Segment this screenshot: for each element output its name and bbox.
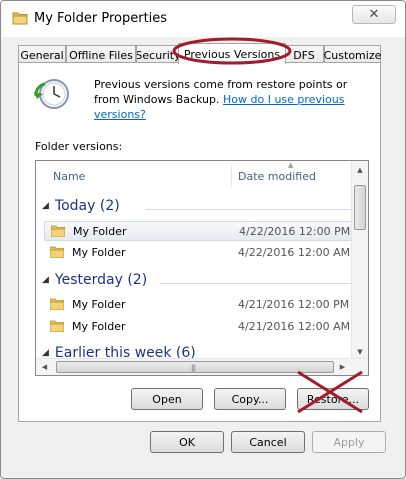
list-item[interactable]: My Folder 4/22/2016 12:00 PM	[44, 221, 352, 241]
title-bar: My Folder Properties ✕	[1, 1, 405, 37]
folder-icon	[12, 12, 28, 25]
folder-icon	[50, 320, 64, 332]
scroll-left-icon[interactable]: ◀	[36, 359, 53, 375]
horizontal-scroll-thumb[interactable]: |||	[56, 361, 334, 373]
group-divider	[146, 209, 354, 210]
column-date-modified[interactable]: Date modified	[238, 170, 316, 183]
item-date: 4/21/2016 12:00 AM	[238, 320, 351, 333]
restore-clock-icon	[34, 79, 69, 109]
item-date: 4/22/2016 12:00 PM	[239, 225, 351, 238]
grip-icon: |||	[191, 364, 196, 372]
folder-versions-label: Folder versions:	[35, 140, 123, 153]
folder-icon	[50, 298, 64, 310]
group-label: Yesterday (2)	[54, 272, 148, 288]
collapse-triangle-icon: ◢	[42, 348, 49, 358]
scroll-up-icon[interactable]: ▲	[352, 161, 368, 178]
apply-button: Apply	[312, 431, 386, 453]
copy-button[interactable]: Copy...	[214, 388, 286, 410]
info-text: Previous versions come from restore poin…	[94, 77, 369, 122]
list-item[interactable]: My Folder 4/21/2016 12:00 AM	[44, 317, 352, 337]
column-separator	[231, 165, 232, 187]
close-icon: ✕	[368, 7, 380, 22]
close-button[interactable]: ✕	[352, 5, 396, 24]
restore-button[interactable]: Restore...	[297, 388, 369, 410]
ok-button[interactable]: OK	[150, 431, 224, 453]
scroll-right-icon[interactable]: ▶	[334, 359, 351, 375]
sort-caret-icon: ▲	[288, 161, 294, 169]
previous-versions-panel: Previous versions come from restore poin…	[18, 62, 381, 422]
versions-list[interactable]: ▲ Name Date modified ◢ Today (2) My Folde…	[35, 160, 369, 376]
item-name: My Folder	[72, 298, 126, 311]
group-divider	[160, 283, 354, 284]
item-name: My Folder	[73, 225, 127, 238]
list-item[interactable]: My Folder 4/21/2016 12:00 PM	[44, 295, 352, 315]
group-yesterday[interactable]: ◢ Yesterday (2)	[42, 272, 147, 288]
group-today[interactable]: ◢ Today (2)	[42, 198, 120, 214]
tab-strip: General Offline Files Security Previous …	[18, 43, 381, 64]
window-title: My Folder Properties	[34, 11, 168, 26]
folder-icon	[51, 225, 65, 237]
group-label: Today (2)	[54, 198, 120, 214]
list-header: ▲ Name Date modified	[36, 161, 368, 191]
collapse-triangle-icon: ◢	[42, 275, 49, 285]
list-item[interactable]: My Folder 4/22/2016 12:00 AM	[44, 243, 352, 263]
horizontal-scrollbar[interactable]: ◀ ||| ▶	[36, 358, 368, 375]
column-name[interactable]: Name	[53, 170, 85, 183]
tab-previous-versions[interactable]: Previous Versions	[178, 43, 286, 64]
open-button[interactable]: Open	[131, 388, 203, 410]
item-date: 4/22/2016 12:00 AM	[238, 246, 351, 259]
item-name: My Folder	[72, 320, 126, 333]
collapse-triangle-icon: ◢	[42, 201, 49, 211]
cancel-button[interactable]: Cancel	[231, 431, 305, 453]
vertical-scroll-thumb[interactable]	[354, 185, 366, 230]
properties-window: My Folder Properties ✕ General Offline F…	[0, 0, 406, 479]
item-name: My Folder	[72, 246, 126, 259]
item-date: 4/21/2016 12:00 PM	[238, 298, 350, 311]
folder-icon	[50, 246, 64, 258]
vertical-scrollbar[interactable]: ▲ ▼	[351, 161, 368, 360]
